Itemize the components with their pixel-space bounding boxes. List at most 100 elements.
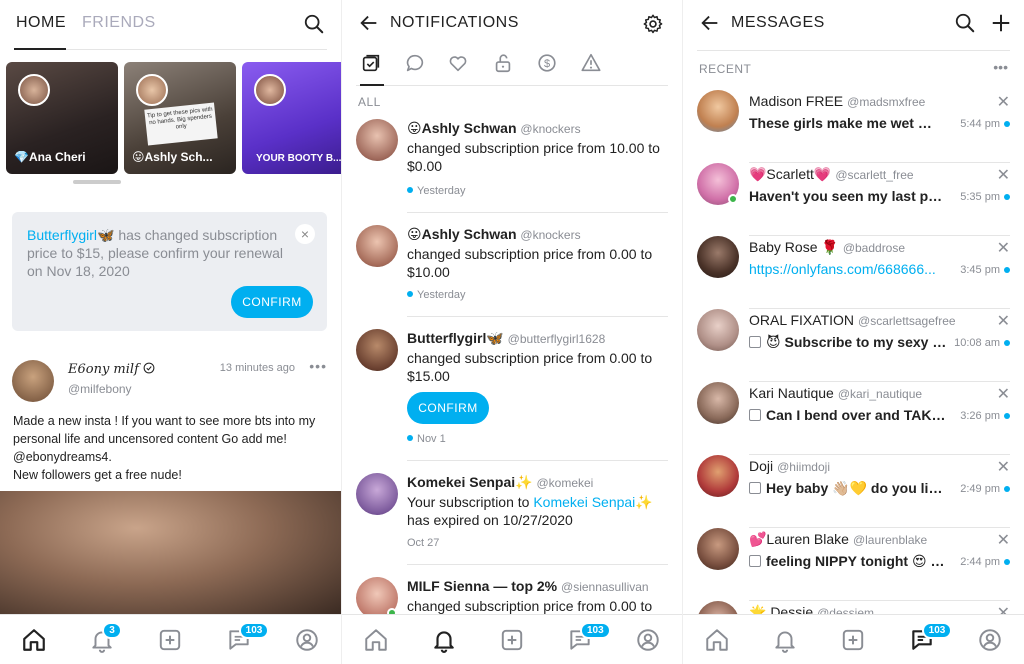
tab-friends[interactable]: FRIENDS [82,14,156,32]
conversation-item[interactable]: Madison FREE @madsmxfree ✕ These girls ma… [683,90,1024,163]
unread-dot [1004,340,1010,346]
dollar-filter-icon[interactable]: $ [536,52,560,76]
divider [407,460,668,461]
story-label: 😛Ashly Sch... [132,150,213,164]
home-icon[interactable] [14,620,54,660]
home-screen: HOME FRIENDS 💎Ana Cheri Tip to get these… [0,0,341,664]
home-icon[interactable] [697,620,737,660]
messages-icon[interactable]: 103 [902,620,953,660]
notice-text: Butterflygirl🦋 has changed subscription … [27,226,292,280]
comment-filter-icon[interactable] [404,52,428,76]
close-icon[interactable]: × [295,224,315,244]
new-message-icon[interactable] [990,12,1012,39]
messages-icon[interactable]: 103 [219,620,270,660]
message-time: 2:49 pm [960,483,1000,495]
story-overlay-card: Tip to get these pics with no hands. Big… [144,102,218,146]
home-icon[interactable] [356,620,396,660]
conversation-item[interactable]: Doji @hiimdoji ✕ Hey baby 👋🏼💛 do you like… [683,455,1024,528]
close-icon[interactable]: ✕ [997,238,1010,258]
add-post-icon[interactable] [492,620,532,660]
unread-dot [1004,121,1010,127]
conversation-item[interactable]: Baby Rose 🌹 @baddrose ✕ https://onlyfans.… [683,236,1024,309]
avatar[interactable] [356,119,398,161]
home-tabs: HOME FRIENDS [14,0,327,50]
close-icon[interactable]: ✕ [997,311,1010,331]
page-title: MESSAGES [731,14,825,31]
active-tab-indicator [14,48,66,50]
story-card[interactable]: YOUR BOOTY B... [242,62,341,174]
conversation-name: Baby Rose 🌹 @baddrose [749,239,906,255]
message-preview: These girls make me wet 👅 !!... [749,115,947,131]
warning-filter-icon[interactable] [580,52,604,76]
close-icon[interactable]: ✕ [997,384,1010,404]
post-image[interactable] [0,491,341,615]
profile-icon[interactable] [628,620,668,660]
all-filter-icon[interactable] [360,52,384,86]
app-screens: HOME FRIENDS 💎Ana Cheri Tip to get these… [0,0,1024,664]
tab-home[interactable]: HOME [16,14,66,32]
bottom-tabbar: 103 [683,614,1024,664]
notifications-header: NOTIFICATIONS [342,0,682,48]
avatar [697,455,739,497]
notification-text: 😛Ashly Schwan @knockers changed subscrip… [407,226,653,280]
conversation-name: Kari Nautique @kari_nautique [749,385,923,401]
notification-text: Butterflygirl🦋 @butterflygirl1628 change… [407,330,653,384]
avatar [697,528,739,570]
avatar [254,74,286,106]
image-icon [749,409,761,421]
creator-link[interactable]: Komekei Senpai✨ [533,494,652,510]
unread-dot [1004,486,1010,492]
svg-text:$: $ [544,58,550,70]
gear-icon[interactable] [642,13,664,35]
conversation-item[interactable]: 💗Scarlett💗 @scarlett_free ✕ Haven't you s… [683,163,1024,236]
creator-link[interactable]: Butterflygirl🦋 [27,227,114,243]
story-label: YOUR BOOTY B... [256,153,341,164]
search-icon[interactable] [954,12,976,39]
message-preview[interactable]: https://onlyfans.com/668666... [749,261,947,277]
back-arrow-icon[interactable] [699,12,721,34]
add-post-icon[interactable] [833,620,873,660]
page-title: NOTIFICATIONS [390,14,519,31]
post-author-handle[interactable]: @milfebony [68,382,132,396]
post-author-name[interactable]: E6ony milf [68,362,155,377]
bell-icon[interactable]: 3 [82,620,122,660]
bell-icon[interactable] [424,620,464,660]
story-card[interactable]: Tip to get these pics with no hands. Big… [124,62,236,174]
conversation-name: ORAL FIXATION @scarlettsagefree [749,312,956,328]
search-icon[interactable] [303,13,325,35]
avatar[interactable] [12,360,54,402]
divider [407,316,668,317]
story-card[interactable]: 💎Ana Cheri [6,62,118,174]
close-icon[interactable]: ✕ [997,92,1010,112]
conversation-item[interactable]: 💕Lauren Blake @laurenblake ✕ feeling NIPP… [683,528,1024,601]
conversation-name: Doji @hiimdoji [749,458,830,474]
add-post-icon[interactable] [150,620,190,660]
profile-icon[interactable] [287,620,327,660]
messages-badge: 103 [580,621,611,639]
conversation-item[interactable]: ORAL FIXATION @scarlettsagefree ✕ 😈 Subsc… [683,309,1024,382]
confirm-button[interactable]: CONFIRM [231,286,313,318]
message-time: 5:44 pm [960,118,1000,130]
stories-row: 💎Ana Cheri Tip to get these pics with no… [6,62,341,174]
conversation-name: 💕Lauren Blake @laurenblake [749,531,928,547]
unread-dot [1004,267,1010,273]
avatar[interactable] [356,329,398,371]
profile-icon[interactable] [970,620,1010,660]
conversation-item[interactable]: Kari Nautique @kari_nautique ✕ Can I bend… [683,382,1024,455]
close-icon[interactable]: ✕ [997,457,1010,477]
notification-date: Yesterday [407,289,466,301]
heart-filter-icon[interactable] [447,52,471,76]
unlock-filter-icon[interactable] [492,52,516,76]
close-icon[interactable]: ✕ [997,530,1010,550]
more-options-icon[interactable]: ••• [309,358,327,374]
message-time: 2:44 pm [960,556,1000,568]
more-options-icon[interactable]: ••• [993,59,1008,75]
unread-dot [1004,559,1010,565]
confirm-button[interactable]: CONFIRM [407,392,489,424]
avatar[interactable] [356,473,398,515]
messages-icon[interactable]: 103 [560,620,611,660]
close-icon[interactable]: ✕ [997,165,1010,185]
back-arrow-icon[interactable] [358,12,380,34]
bell-icon[interactable] [765,620,805,660]
avatar[interactable] [356,225,398,267]
